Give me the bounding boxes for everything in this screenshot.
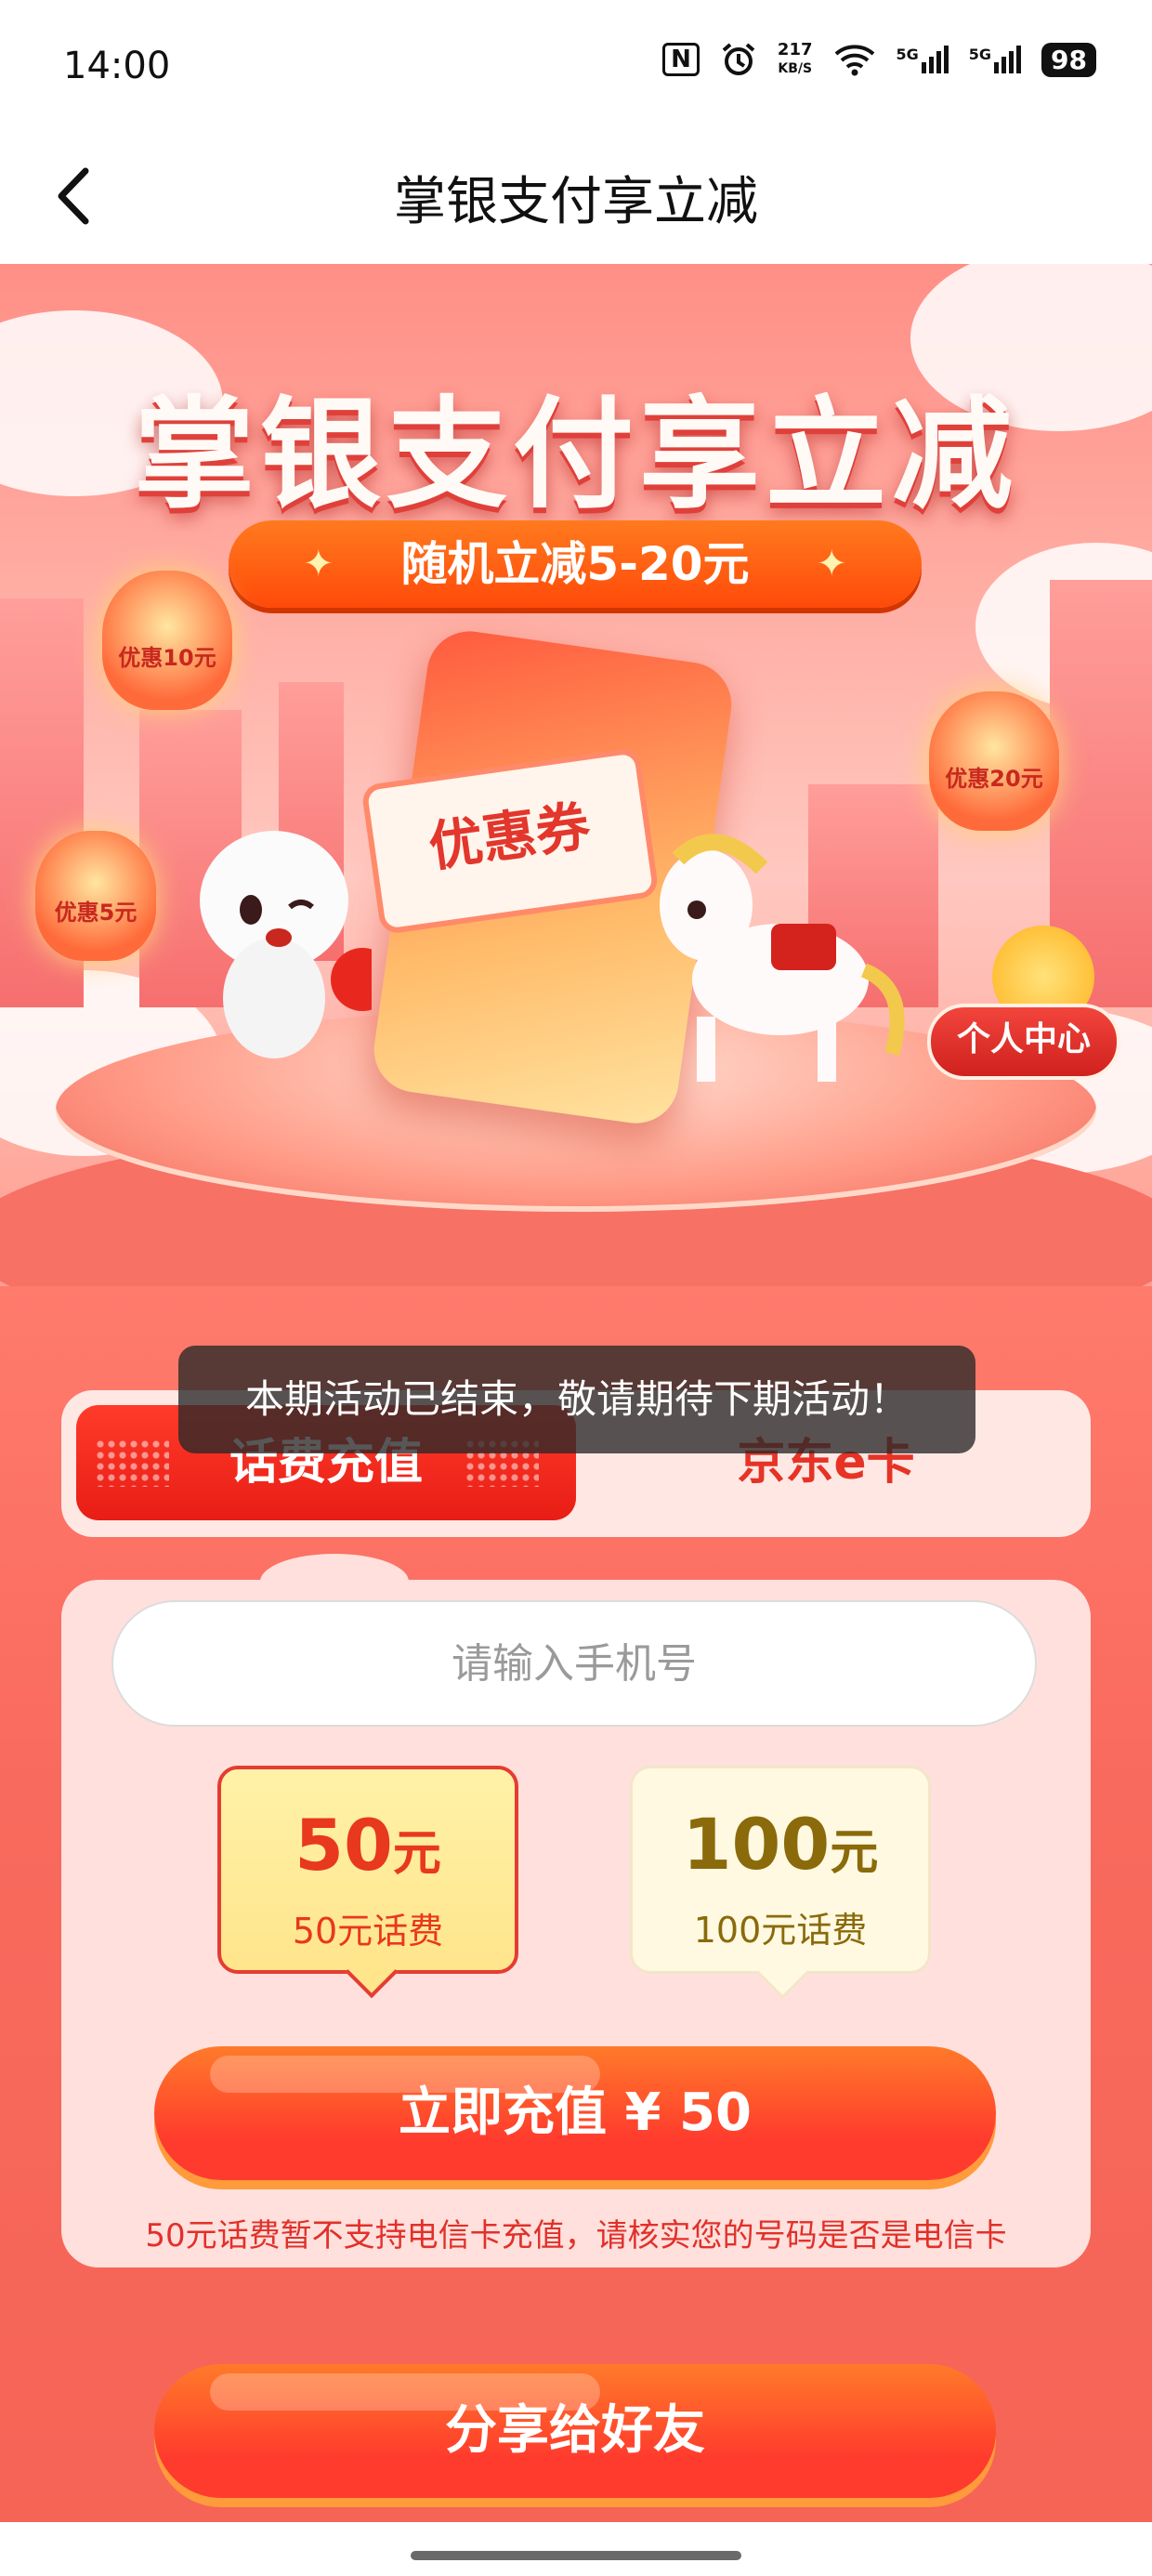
hero-banner: 掌银支付享立减 ✦ 随机立减5-20元 ✦ 优惠10元 优惠5元 优惠20元 优… [0,264,1152,1286]
hero-subtitle-pill: ✦ 随机立减5-20元 ✦ [229,520,922,608]
amount-value: 100元 [682,1803,879,1886]
mascot-illustration [200,831,372,1058]
horse-illustration [660,834,905,1082]
dot-pattern [95,1439,169,1487]
sparkle-icon: ✦ [816,543,847,585]
alarm-icon [722,43,755,75]
wifi-icon [834,45,874,76]
amount-value: 50元 [295,1804,441,1886]
bottom-bar [0,2522,1152,2576]
share-button[interactable]: 分享给好友 [154,2364,996,2498]
battery-indicator: 98 [1041,42,1096,77]
toast-message: 本期活动已结束，敬请期待下期活动！ [178,1346,975,1453]
sparkle-icon: ✦ [303,543,334,585]
amount-option-50[interactable]: 50元 50元话费 [217,1766,518,1999]
network-speed: 217 KB/S [777,40,813,77]
status-time: 14:00 [63,45,171,87]
signal-icon-1: 5G [897,46,949,73]
home-indicator[interactable] [411,2551,741,2560]
telecom-notice: 50元话费暂不支持电信卡充值，请核实您的号码是否是电信卡 [145,2217,1007,2254]
lantern-5: 优惠5元 [35,831,156,961]
phone-number-input[interactable] [111,1600,1037,1727]
page-title: 掌银支付享立减 [394,172,758,232]
personal-center-button[interactable]: 个人中心 [927,1004,1120,1080]
amount-description: 100元话费 [693,1910,868,1951]
lantern-10: 优惠10元 [102,571,232,710]
recharge-now-button[interactable]: 立即充值 ¥ 50 [154,2046,996,2180]
button-gloss [210,2056,600,2093]
amount-option-100[interactable]: 100元 100元话费 [630,1766,931,2000]
button-gloss [210,2373,600,2411]
status-icons: N 217 KB/S 5G 5G 98 [662,41,1096,78]
nfc-icon: N [662,43,700,76]
lantern-20: 优惠20元 [929,691,1059,831]
amount-description: 50元话费 [292,1911,444,1952]
signal-icon-2: 5G [969,46,1022,73]
hero-title: 掌银支付享立减 [133,384,1018,525]
